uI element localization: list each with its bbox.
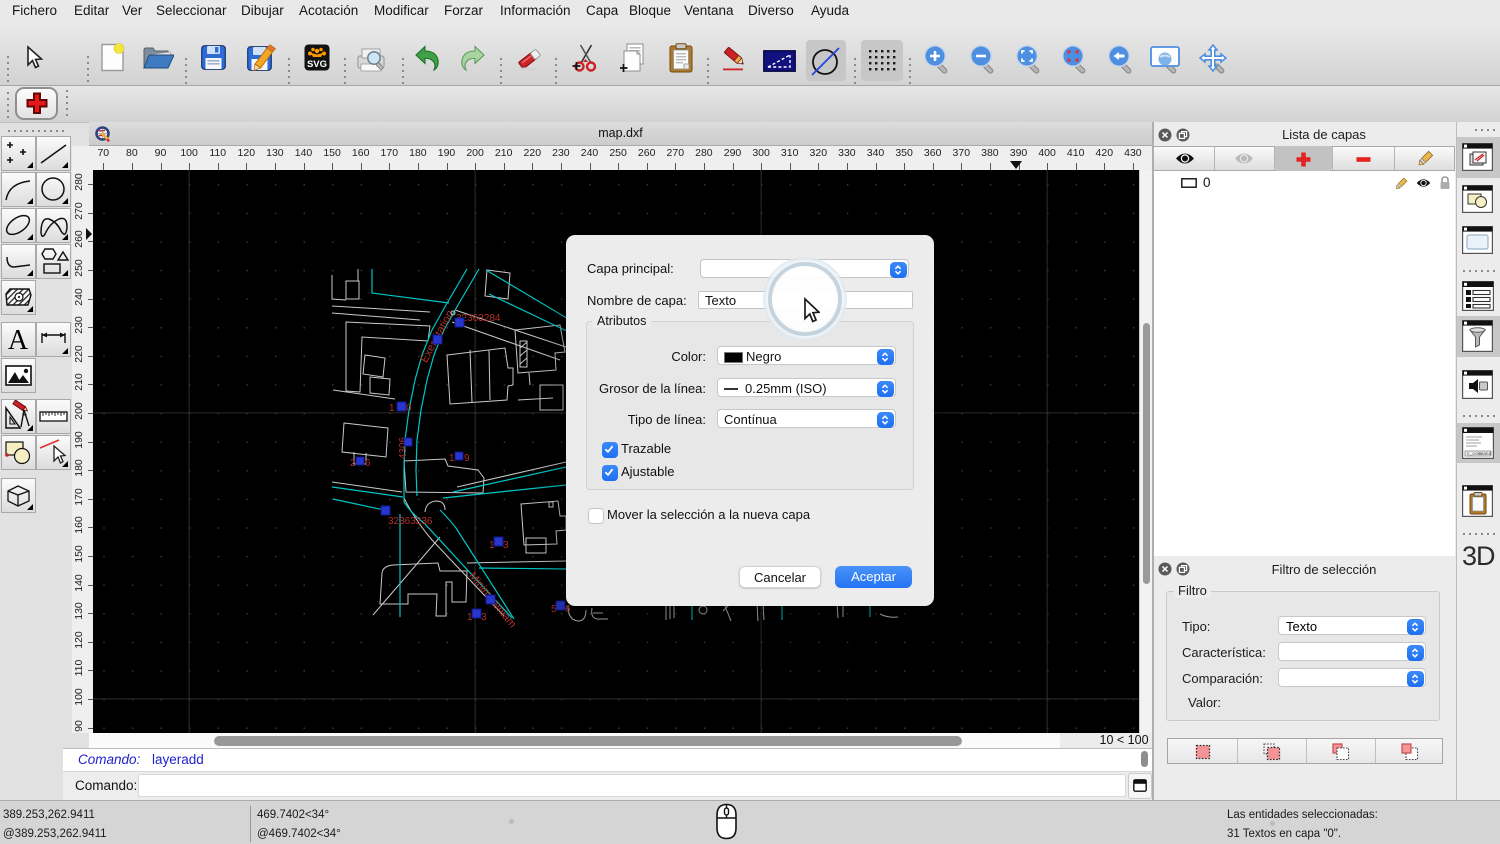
svg-text:32363236: 32363236	[388, 516, 433, 527]
svg-text:9: 9	[464, 453, 470, 464]
svg-text:6: 6	[565, 604, 571, 615]
svg-text:SVG: SVG	[307, 59, 327, 70]
svg-text:3: 3	[481, 612, 487, 623]
svg-text:6: 6	[365, 458, 371, 469]
svg-text:2: 2	[350, 458, 356, 469]
svg-text:0: 0	[406, 403, 412, 414]
svg-text:1: 1	[449, 453, 455, 464]
svg-text:c_command: c_command	[1467, 451, 1492, 457]
svg-text:3: 3	[503, 540, 509, 551]
svg-text:A: A	[8, 325, 29, 356]
svg-text:1: 1	[389, 403, 395, 414]
